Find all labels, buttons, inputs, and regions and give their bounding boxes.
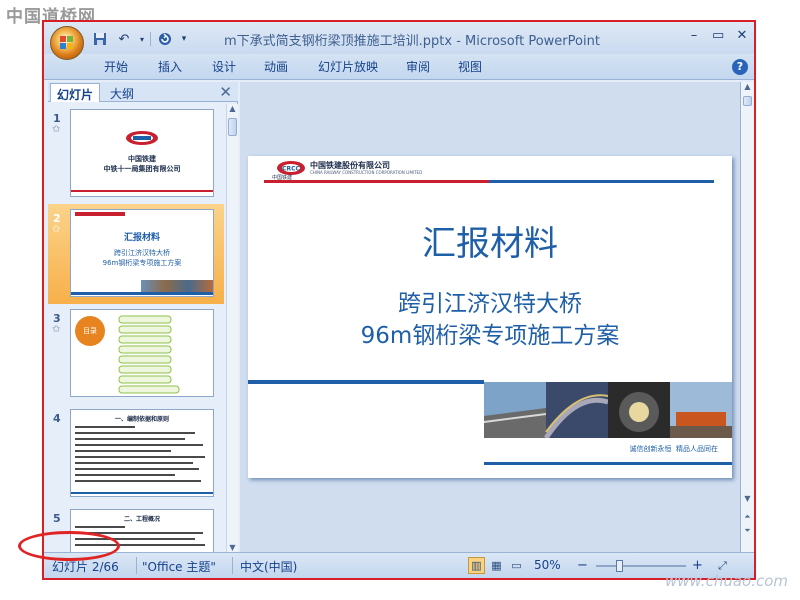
tab-design[interactable]: 设计 xyxy=(212,58,236,75)
thumbnail-logo-icon xyxy=(71,131,213,192)
previous-slide-icon[interactable]: ⏶ xyxy=(742,512,753,522)
window-controls: – ▭ ✕ xyxy=(688,28,748,43)
zoom-in-icon[interactable]: + xyxy=(692,558,703,573)
language-indicator: 中文(中国) xyxy=(240,560,298,574)
scroll-thumb[interactable] xyxy=(228,118,237,136)
tab-slides[interactable]: 幻灯片 xyxy=(50,83,101,102)
slides-pane: 幻灯片 大纲 ✕ 1 ✩ 中国铁建 中铁十一局集团有限公司 2 ✩ 汇报材料 跨… xyxy=(48,82,238,552)
thumbnail-heading: 二、工程概况 xyxy=(123,516,160,523)
powerpoint-window: ↶ ▾ ▾ m下承式简支钢桁梁顶推施工培训.pptx - Microsoft P… xyxy=(42,20,756,580)
restore-button[interactable]: ▭ xyxy=(712,28,724,43)
pane-close-icon[interactable]: ✕ xyxy=(219,83,232,101)
scroll-up-icon[interactable]: ▲ xyxy=(742,82,753,91)
office-logo-icon xyxy=(60,36,74,50)
slide-thumbnails: 1 ✩ 中国铁建 中铁十一局集团有限公司 2 ✩ 汇报材料 跨引江济汉特大桥 9… xyxy=(48,104,224,552)
undo-icon[interactable]: ↶ xyxy=(114,30,134,48)
company-name-en: CHINA RAILWAY CONSTRUCTION CORPORATION L… xyxy=(310,170,423,175)
title-bar: ↶ ▾ ▾ m下承式简支钢桁梁顶推施工培训.pptx - Microsoft P… xyxy=(44,22,754,60)
scroll-down-icon[interactable]: ▼ xyxy=(227,543,238,552)
watermark-bottom: www.chuao.com xyxy=(664,572,788,590)
slide-number: 5 xyxy=(53,512,61,525)
status-separator xyxy=(136,557,137,574)
accent-stripe xyxy=(248,380,484,384)
status-separator xyxy=(232,557,233,574)
customize-toolbar-icon[interactable]: ▾ xyxy=(179,30,189,48)
thumbnail-image: 中国铁建 中铁十一局集团有限公司 xyxy=(70,109,214,197)
animation-star-icon: ✩ xyxy=(52,124,61,135)
theme-name: "Office 主题" xyxy=(142,560,216,574)
thumbnail-toc-badge: 目录 xyxy=(75,316,105,346)
tab-animations[interactable]: 动画 xyxy=(264,58,288,75)
slide-sorter-icon[interactable]: ▦ xyxy=(488,557,505,574)
thumbnail-image: 目录 xyxy=(70,309,214,397)
slide-subtitle-line1: 跨引江济汉特大桥 xyxy=(398,291,582,317)
tab-view[interactable]: 视图 xyxy=(458,58,482,75)
slide-thumbnail-4[interactable]: 4 一、编制依据和原则 xyxy=(48,404,224,504)
header-rule xyxy=(264,180,714,183)
animation-star-icon: ✩ xyxy=(52,224,61,235)
office-button[interactable] xyxy=(50,26,84,60)
scroll-down-icon[interactable]: ▼ xyxy=(742,494,753,503)
minimize-button[interactable]: – xyxy=(688,28,700,43)
zoom-out-icon[interactable]: − xyxy=(577,558,588,573)
animation-star-icon: ✩ xyxy=(52,324,61,335)
zoom-slider-handle[interactable] xyxy=(616,560,623,572)
tab-slideshow[interactable]: 幻灯片放映 xyxy=(318,58,378,75)
status-bar: 幻灯片 2/66 "Office 主题" 中文(中国) ▥ ▦ ▭ 50% − … xyxy=(44,552,754,578)
thumbnail-footer-bar xyxy=(71,292,213,295)
slide-thumbnail-1[interactable]: 1 ✩ 中国铁建 中铁十一局集团有限公司 xyxy=(48,104,224,204)
slideshow-view-icon[interactable]: ▭ xyxy=(508,557,525,574)
thumbnail-line2: 96m钢桁梁专项施工方案 xyxy=(102,259,182,267)
editor-scrollbar[interactable]: ▲ ▼ ⏶ ⏷ xyxy=(740,82,754,552)
thumbnails-scrollbar[interactable]: ▲ ▼ xyxy=(226,104,238,552)
slide-subtitle-line2: 96m钢桁梁专项施工方案 xyxy=(360,323,620,349)
scroll-thumb[interactable] xyxy=(743,96,752,106)
close-button[interactable]: ✕ xyxy=(736,28,748,43)
tab-insert[interactable]: 插入 xyxy=(158,58,182,75)
toolbar-separator xyxy=(150,32,151,46)
slide-thumbnail-2[interactable]: 2 ✩ 汇报材料 跨引江济汉特大桥 96m钢桁梁专项施工方案 xyxy=(48,204,224,304)
red-circle-annotation xyxy=(18,531,120,561)
thumbnail-company-line2: 中铁十一局集团有限公司 xyxy=(103,165,181,173)
normal-view-icon[interactable]: ▥ xyxy=(468,557,485,574)
tab-outline[interactable]: 大纲 xyxy=(104,83,140,102)
next-slide-icon[interactable]: ⏷ xyxy=(742,526,753,536)
thumbnail-title: 汇报材料 xyxy=(123,233,160,243)
current-slide[interactable]: CRCC 中国铁建 中国铁建股份有限公司 CHINA RAILWAY CONST… xyxy=(248,156,732,478)
thumbnail-company-line1: 中国铁建 xyxy=(128,155,156,163)
thumbnail-heading: 一、编制依据和原则 xyxy=(114,416,169,423)
thumbnail-line1: 跨引江济汉特大桥 xyxy=(114,249,170,257)
quick-access-toolbar: ↶ ▾ ▾ xyxy=(90,29,189,49)
zoom-level[interactable]: 50% xyxy=(534,558,561,572)
slide-slogan: 诚信创新永恒 精品人品同在 xyxy=(629,445,718,453)
crcc-logo-text: CRCC xyxy=(282,166,300,173)
thumbnail-image: 汇报材料 跨引江济汉特大桥 96m钢桁梁专项施工方案 xyxy=(70,209,214,297)
redo-icon[interactable] xyxy=(155,30,175,48)
tab-review[interactable]: 审阅 xyxy=(406,58,430,75)
window-title: m下承式简支钢桁梁顶推施工培训.pptx - Microsoft PowerPo… xyxy=(224,34,600,49)
slide-number: 4 xyxy=(53,412,61,425)
scroll-up-icon[interactable]: ▲ xyxy=(227,104,238,113)
slide-thumbnail-3[interactable]: 3 ✩ 目录 xyxy=(48,304,224,404)
ribbon-tabs: 开始 插入 设计 动画 幻灯片放映 审阅 视图 ? xyxy=(44,54,754,80)
thumbnail-photo-strip xyxy=(141,280,213,292)
slide-editor[interactable]: CRCC 中国铁建 中国铁建股份有限公司 CHINA RAILWAY CONST… xyxy=(240,82,740,552)
footer-stripe xyxy=(484,462,732,465)
thumbnail-header-bar xyxy=(75,212,125,216)
save-icon[interactable] xyxy=(90,30,110,48)
thumbnail-image: 一、编制依据和原则 xyxy=(70,409,214,497)
photo-strip xyxy=(484,382,732,438)
tab-home[interactable]: 开始 xyxy=(104,58,128,75)
pane-tabs: 幻灯片 大纲 ✕ xyxy=(48,82,238,102)
zoom-slider[interactable] xyxy=(596,560,686,572)
slide-title: 汇报材料 xyxy=(422,224,558,264)
help-icon[interactable]: ? xyxy=(732,59,748,75)
undo-dropdown-icon[interactable]: ▾ xyxy=(138,30,146,48)
